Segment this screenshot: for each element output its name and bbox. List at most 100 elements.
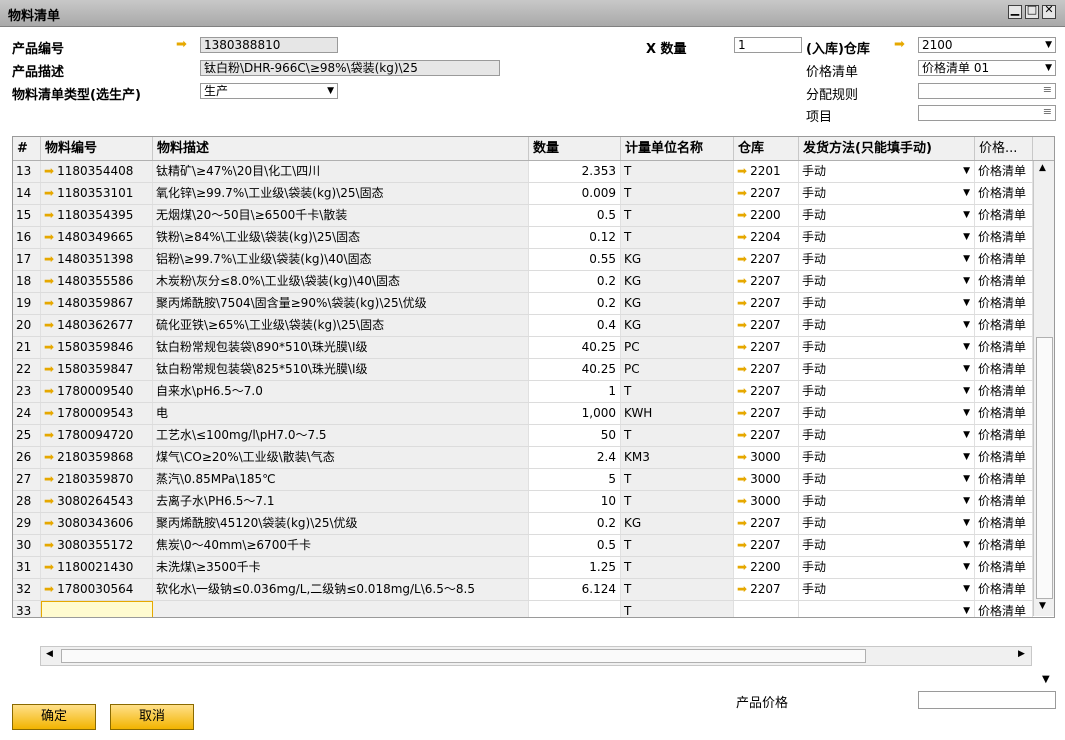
scroll-up-icon[interactable]: ▲ xyxy=(1039,163,1046,173)
issue-method-cell[interactable]: 手动 ▼ xyxy=(799,447,975,468)
issue-method-cell[interactable]: 手动 ▼ xyxy=(799,381,975,402)
warehouse-cell[interactable]: ➡ 2207 xyxy=(734,183,799,204)
item-desc-cell[interactable]: 氧化锌\≥99.7%\工业级\袋装(kg)\25\固态 xyxy=(153,183,529,204)
link-arrow-icon[interactable]: ➡ xyxy=(737,274,747,288)
link-arrow-icon[interactable]: ➡ xyxy=(737,164,747,178)
issue-method-cell[interactable]: 手动 ▼ xyxy=(799,403,975,424)
item-code-cell[interactable]: ➡ 2180359868 xyxy=(41,447,153,468)
link-arrow-icon[interactable]: ➡ xyxy=(44,450,54,464)
pricelist-select[interactable]: 价格清单 01 ▼ xyxy=(918,60,1056,76)
chevron-down-icon[interactable]: ▼ xyxy=(963,491,970,512)
quantity-cell[interactable]: 40.25 xyxy=(529,359,621,380)
item-code-cell[interactable]: ➡ 2180359870 xyxy=(41,469,153,490)
quantity-cell[interactable]: 10 xyxy=(529,491,621,512)
quantity-cell[interactable]: 40.25 xyxy=(529,337,621,358)
pricelist-cell[interactable]: 价格清单 xyxy=(975,601,1033,617)
quantity-cell[interactable]: 2.4 xyxy=(529,447,621,468)
warehouse-cell[interactable]: ➡ 2207 xyxy=(734,425,799,446)
pricelist-cell[interactable]: 价格清单 xyxy=(975,513,1033,534)
item-desc-cell[interactable] xyxy=(153,601,529,617)
link-arrow-icon[interactable]: ➡ xyxy=(44,274,54,288)
ok-button[interactable]: 确定 xyxy=(12,704,96,730)
warehouse-cell[interactable]: ➡ 2207 xyxy=(734,293,799,314)
issue-method-cell[interactable]: ▼ xyxy=(799,601,975,617)
col-header-item-desc[interactable]: 物料描述 xyxy=(153,137,529,160)
pricelist-cell[interactable]: 价格清单 xyxy=(975,183,1033,204)
warehouse-cell[interactable]: ➡ 2207 xyxy=(734,249,799,270)
uom-cell[interactable]: T xyxy=(621,183,734,204)
table-row[interactable]: 22 ➡ 1580359847 钛白粉常规包装袋\825*510\珠光膜\Ⅰ级 40.2… xyxy=(13,359,1054,381)
uom-cell[interactable]: KG xyxy=(621,293,734,314)
issue-method-cell[interactable]: 手动 ▼ xyxy=(799,271,975,292)
uom-cell[interactable]: KG xyxy=(621,513,734,534)
chevron-down-icon[interactable]: ▼ xyxy=(963,513,970,534)
minimize-button[interactable]: ▁ xyxy=(1008,3,1022,19)
chevron-down-icon[interactable]: ▼ xyxy=(963,469,970,490)
quantity-cell[interactable]: 0.2 xyxy=(529,293,621,314)
pricelist-cell[interactable]: 价格清单 xyxy=(975,381,1033,402)
link-arrow-icon[interactable]: ➡ xyxy=(737,340,747,354)
warehouse-cell[interactable]: ➡ 2201 xyxy=(734,161,799,182)
issue-method-cell[interactable]: 手动 ▼ xyxy=(799,161,975,182)
link-arrow-icon[interactable]: ➡ xyxy=(737,450,747,464)
item-desc-cell[interactable]: 铁粉\≥84%\工业级\袋装(kg)\25\固态 xyxy=(153,227,529,248)
link-arrow-icon[interactable]: ➡ xyxy=(44,296,54,310)
link-arrow-icon[interactable]: ➡ xyxy=(44,538,54,552)
pricelist-cell[interactable]: 价格清单 xyxy=(975,161,1033,182)
warehouse-cell[interactable]: ➡ 2207 xyxy=(734,359,799,380)
issue-method-cell[interactable]: 手动 ▼ xyxy=(799,205,975,226)
chevron-down-icon[interactable]: ▼ xyxy=(963,425,970,446)
chevron-down-icon[interactable]: ▼ xyxy=(963,579,970,600)
uom-cell[interactable]: T xyxy=(621,227,734,248)
list-icon[interactable]: ≡ xyxy=(1043,84,1052,97)
link-arrow-icon[interactable]: ➡ xyxy=(737,560,747,574)
col-header-item-code[interactable]: 物料编号 xyxy=(41,137,153,160)
link-arrow-icon[interactable]: ➡ xyxy=(44,516,54,530)
quantity-cell[interactable]: 0.5 xyxy=(529,535,621,556)
uom-cell[interactable]: T xyxy=(621,205,734,226)
item-desc-cell[interactable]: 钛精矿\≥47%\20目\化工\四川 xyxy=(153,161,529,182)
warehouse-cell[interactable]: ➡ 3000 xyxy=(734,447,799,468)
pricelist-cell[interactable]: 价格清单 xyxy=(975,535,1033,556)
uom-cell[interactable]: T xyxy=(621,161,734,182)
item-desc-cell[interactable]: 自来水\pH6.5～7.0 xyxy=(153,381,529,402)
col-header-pricelist[interactable]: 价格... xyxy=(975,137,1033,160)
item-code-cell[interactable]: ➡ 1780009540 xyxy=(41,381,153,402)
quantity-cell[interactable]: 2.353 xyxy=(529,161,621,182)
pricelist-cell[interactable]: 价格清单 xyxy=(975,293,1033,314)
link-arrow-icon[interactable]: ➡ xyxy=(737,186,747,200)
uom-cell[interactable]: T xyxy=(621,425,734,446)
link-arrow-icon[interactable]: ➡ xyxy=(44,494,54,508)
link-arrow-icon[interactable]: ➡ xyxy=(44,252,54,266)
issue-method-cell[interactable]: 手动 ▼ xyxy=(799,249,975,270)
pricelist-cell[interactable]: 价格清单 xyxy=(975,403,1033,424)
pricelist-cell[interactable]: 价格清单 xyxy=(975,337,1033,358)
issue-method-cell[interactable]: 手动 ▼ xyxy=(799,535,975,556)
quantity-cell[interactable]: 50 xyxy=(529,425,621,446)
link-arrow-icon[interactable]: ➡ xyxy=(737,252,747,266)
issue-method-cell[interactable]: 手动 ▼ xyxy=(799,315,975,336)
link-arrow-icon[interactable]: ➡ xyxy=(737,384,747,398)
link-arrow-icon[interactable]: ➡ xyxy=(44,362,54,376)
item-code-cell[interactable]: ➡ 1580359846 xyxy=(41,337,153,358)
item-desc-cell[interactable]: 焦炭\0～40mm\≥6700千卡 xyxy=(153,535,529,556)
warehouse-cell[interactable]: ➡ 2207 xyxy=(734,337,799,358)
table-row[interactable]: 31 ➡ 1180021430 未洗煤\≥3500千卡 1.25 T ➡ 2200 手动 ▼ 价格清… xyxy=(13,557,1054,579)
col-header-warehouse[interactable]: 仓库 xyxy=(734,137,799,160)
table-row[interactable]: 20 ➡ 1480362677 硫化亚铁\≥65%\工业级\袋装(kg)\25\固态 0… xyxy=(13,315,1054,337)
uom-cell[interactable]: T xyxy=(621,535,734,556)
pricelist-cell[interactable]: 价格清单 xyxy=(975,491,1033,512)
uom-cell[interactable]: T xyxy=(621,601,734,617)
item-desc-cell[interactable]: 硫化亚铁\≥65%\工业级\袋装(kg)\25\固态 xyxy=(153,315,529,336)
item-desc-cell[interactable]: 无烟煤\20～50目\≥6500千卡\散装 xyxy=(153,205,529,226)
warehouse-cell[interactable]: ➡ 2207 xyxy=(734,535,799,556)
table-row[interactable]: 33 T ▼ 价格清单 xyxy=(13,601,1054,617)
quantity-cell[interactable]: 5 xyxy=(529,469,621,490)
link-arrow-icon[interactable]: ➡ xyxy=(737,494,747,508)
quantity-cell[interactable]: 1,000 xyxy=(529,403,621,424)
chevron-down-icon[interactable]: ▼ xyxy=(963,359,970,380)
link-arrow-icon[interactable]: ➡ xyxy=(44,164,54,178)
uom-cell[interactable]: T xyxy=(621,491,734,512)
item-code-cell[interactable]: ➡ 1780094720 xyxy=(41,425,153,446)
item-desc-cell[interactable]: 去离子水\PH6.5～7.1 xyxy=(153,491,529,512)
